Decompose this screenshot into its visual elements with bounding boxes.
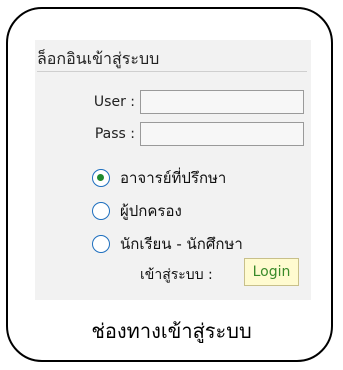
login-panel-title: ล็อกอินเข้าสู่ระบบ — [37, 49, 160, 68]
role-option-label: อาจารย์ที่ปรึกษา — [120, 169, 227, 187]
role-option-label: ผู้ปกครอง — [120, 202, 182, 220]
role-option-parent[interactable]: ผู้ปกครอง — [92, 199, 182, 223]
user-label: User : — [93, 94, 135, 110]
radio-button[interactable] — [92, 202, 110, 220]
radio-button[interactable] — [92, 235, 110, 253]
role-option-student[interactable]: นักเรียน - นักศึกษา — [92, 232, 243, 256]
login-button[interactable]: Login — [244, 258, 299, 286]
role-option-label: นักเรียน - นักศึกษา — [120, 235, 243, 253]
caption: ช่องทางเข้าสู่ระบบ — [91, 319, 252, 343]
pass-input[interactable] — [140, 122, 304, 146]
role-option-advisor[interactable]: อาจารย์ที่ปรึกษา — [92, 166, 226, 190]
radio-button-selected[interactable] — [92, 169, 110, 187]
title-divider — [37, 71, 307, 72]
login-prompt-label: เข้าสู่ระบบ : — [140, 267, 213, 283]
pass-label: Pass : — [94, 126, 135, 142]
user-input[interactable] — [140, 90, 304, 114]
